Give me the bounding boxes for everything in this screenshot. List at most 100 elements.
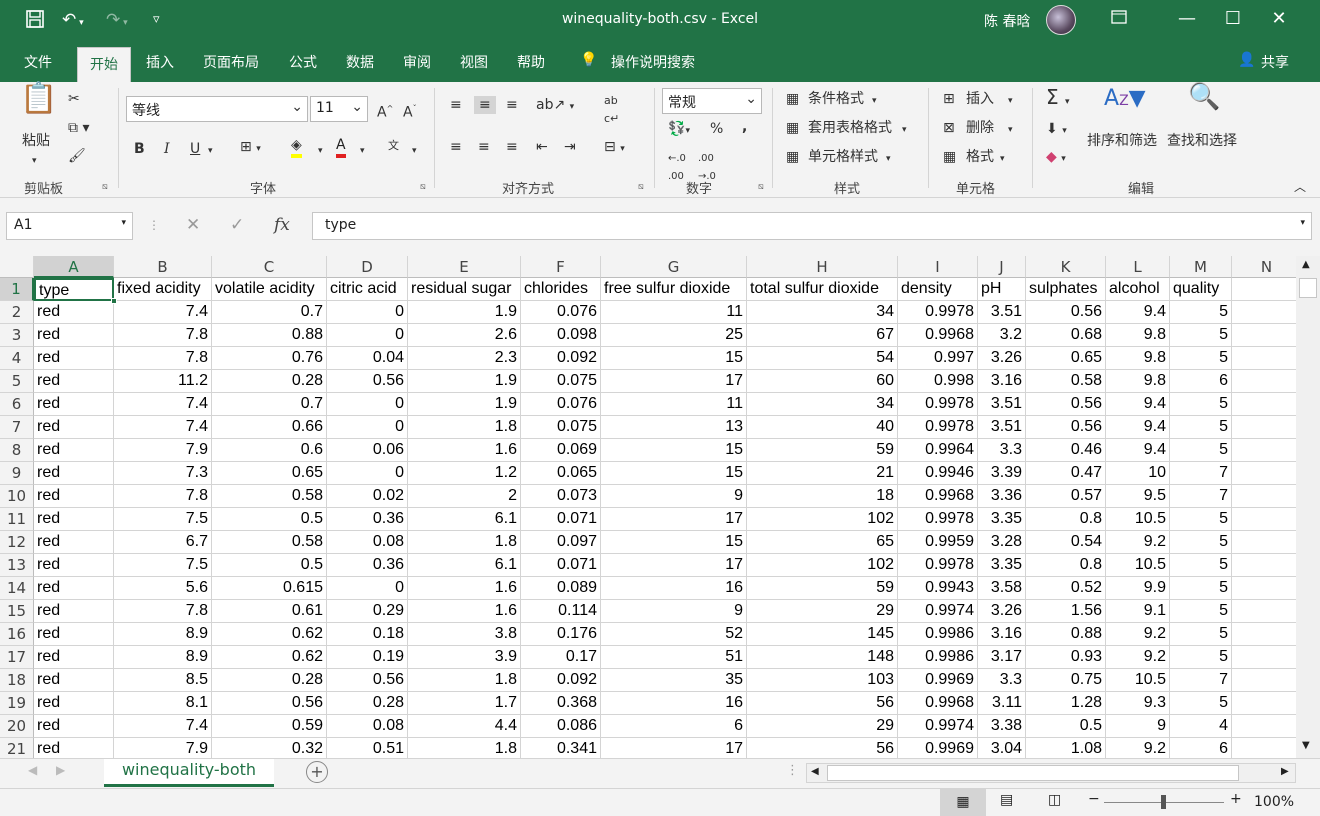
- table-cell[interactable]: [1232, 531, 1296, 554]
- table-cell[interactable]: 7: [1170, 669, 1232, 692]
- format-cells-icon[interactable]: ▦: [943, 148, 956, 166]
- increase-decimal-icon[interactable]: ←.0.00: [668, 150, 686, 186]
- table-cell[interactable]: 0: [327, 577, 408, 600]
- row-header-14[interactable]: 14: [0, 577, 34, 600]
- table-cell[interactable]: 0.9978: [898, 301, 978, 324]
- table-cell[interactable]: 5: [1170, 301, 1232, 324]
- table-cell[interactable]: 7.9: [114, 439, 212, 462]
- table-cell[interactable]: 1.08: [1026, 738, 1106, 758]
- table-cell[interactable]: 16: [601, 577, 747, 600]
- table-cell[interactable]: 9: [1106, 715, 1170, 738]
- table-cell[interactable]: red: [34, 554, 114, 577]
- table-cell[interactable]: 0.56: [1026, 393, 1106, 416]
- row-header-20[interactable]: 20: [0, 715, 34, 738]
- row-header-5[interactable]: 5: [0, 370, 34, 393]
- table-cell[interactable]: 148: [747, 646, 898, 669]
- header-cell[interactable]: free sulfur dioxide: [601, 278, 747, 301]
- table-cell[interactable]: [1232, 462, 1296, 485]
- chevron-down-icon[interactable]: ▾: [902, 121, 907, 139]
- insert-cells-button[interactable]: 插入: [966, 90, 994, 108]
- column-header-c[interactable]: C: [212, 256, 327, 278]
- table-cell[interactable]: 0: [327, 393, 408, 416]
- table-cell[interactable]: 13: [601, 416, 747, 439]
- table-cell[interactable]: 8.1: [114, 692, 212, 715]
- cell-styles-icon[interactable]: ▦: [786, 148, 799, 166]
- fill-dropdown-icon[interactable]: ▾: [318, 142, 323, 160]
- row-header-11[interactable]: 11: [0, 508, 34, 531]
- table-cell[interactable]: 0.5: [212, 554, 327, 577]
- table-cell[interactable]: 0.9964: [898, 439, 978, 462]
- align-top-icon[interactable]: ≡: [450, 96, 462, 114]
- table-cell[interactable]: 0.9968: [898, 692, 978, 715]
- sheet-tab-winequality-both[interactable]: winequality-both: [104, 759, 274, 787]
- table-cell[interactable]: 9: [601, 485, 747, 508]
- table-cell[interactable]: 9.4: [1106, 301, 1170, 324]
- table-cell[interactable]: 9.9: [1106, 577, 1170, 600]
- accounting-icon[interactable]: 💱▾: [668, 120, 690, 140]
- table-cell[interactable]: 0.8: [1026, 508, 1106, 531]
- column-header-g[interactable]: G: [601, 256, 747, 278]
- table-cell[interactable]: 0.069: [521, 439, 601, 462]
- find-select-icon[interactable]: 🔍: [1188, 84, 1220, 110]
- paste-dropdown-icon[interactable]: ▾: [32, 152, 37, 170]
- table-cell[interactable]: 0.9986: [898, 646, 978, 669]
- header-cell[interactable]: [1232, 278, 1296, 301]
- table-cell[interactable]: 29: [747, 600, 898, 623]
- zoom-slider-thumb[interactable]: [1161, 795, 1166, 809]
- orientation-icon[interactable]: ab↗ ▾: [536, 96, 574, 116]
- table-cell[interactable]: 0.071: [521, 554, 601, 577]
- table-cell[interactable]: 1.8: [408, 416, 521, 439]
- table-cell[interactable]: 5: [1170, 439, 1232, 462]
- chevron-down-icon[interactable]: ▾: [872, 92, 877, 110]
- table-cell[interactable]: 0.7: [212, 393, 327, 416]
- table-cell[interactable]: 59: [747, 577, 898, 600]
- align-bottom-icon[interactable]: ≡: [506, 96, 518, 114]
- table-cell[interactable]: red: [34, 462, 114, 485]
- table-cell[interactable]: 1.9: [408, 393, 521, 416]
- delete-cells-icon[interactable]: ⊠: [943, 119, 955, 137]
- cell-styles-button[interactable]: 单元格样式: [808, 148, 878, 166]
- chevron-down-icon[interactable]: ▾: [1008, 92, 1013, 110]
- table-cell[interactable]: 0.097: [521, 531, 601, 554]
- select-all-corner[interactable]: [0, 256, 34, 278]
- table-cell[interactable]: 0: [327, 462, 408, 485]
- table-cell[interactable]: 0.54: [1026, 531, 1106, 554]
- table-cell[interactable]: 1.8: [408, 531, 521, 554]
- tab-data[interactable]: 数据: [346, 52, 374, 72]
- ribbon-display-options-icon[interactable]: [1096, 8, 1142, 29]
- table-cell[interactable]: [1232, 508, 1296, 531]
- table-cell[interactable]: 15: [601, 462, 747, 485]
- table-cell[interactable]: 3.17: [978, 646, 1026, 669]
- table-cell[interactable]: 7.5: [114, 508, 212, 531]
- table-cell[interactable]: 0.06: [327, 439, 408, 462]
- table-cell[interactable]: 3.28: [978, 531, 1026, 554]
- table-cell[interactable]: 0.5: [212, 508, 327, 531]
- header-cell[interactable]: fixed acidity: [114, 278, 212, 301]
- table-cell[interactable]: 4: [1170, 715, 1232, 738]
- table-cell[interactable]: 16: [601, 692, 747, 715]
- table-cell[interactable]: red: [34, 324, 114, 347]
- table-cell[interactable]: red: [34, 347, 114, 370]
- table-cell[interactable]: 5: [1170, 646, 1232, 669]
- column-header-h[interactable]: H: [747, 256, 898, 278]
- table-cell[interactable]: 0.998: [898, 370, 978, 393]
- table-cell[interactable]: 9.8: [1106, 347, 1170, 370]
- table-cell[interactable]: red: [34, 646, 114, 669]
- scroll-down-icon[interactable]: ▼: [1302, 740, 1310, 751]
- tab-home[interactable]: 开始: [77, 47, 131, 82]
- number-format-combo[interactable]: 常规 ⌄: [662, 88, 762, 114]
- zoom-level[interactable]: 100%: [1254, 794, 1294, 810]
- table-cell[interactable]: 0.092: [521, 347, 601, 370]
- table-cell[interactable]: 0.04: [327, 347, 408, 370]
- paste-icon[interactable]: 📋: [20, 84, 57, 114]
- table-cell[interactable]: 9.2: [1106, 623, 1170, 646]
- row-header-12[interactable]: 12: [0, 531, 34, 554]
- table-cell[interactable]: 0.59: [212, 715, 327, 738]
- sort-filter-icon[interactable]: AZ▼: [1104, 88, 1146, 110]
- table-cell[interactable]: 2: [408, 485, 521, 508]
- table-cell[interactable]: 0.9968: [898, 485, 978, 508]
- table-cell[interactable]: 9: [601, 600, 747, 623]
- row-header-7[interactable]: 7: [0, 416, 34, 439]
- row-header-15[interactable]: 15: [0, 600, 34, 623]
- row-header-8[interactable]: 8: [0, 439, 34, 462]
